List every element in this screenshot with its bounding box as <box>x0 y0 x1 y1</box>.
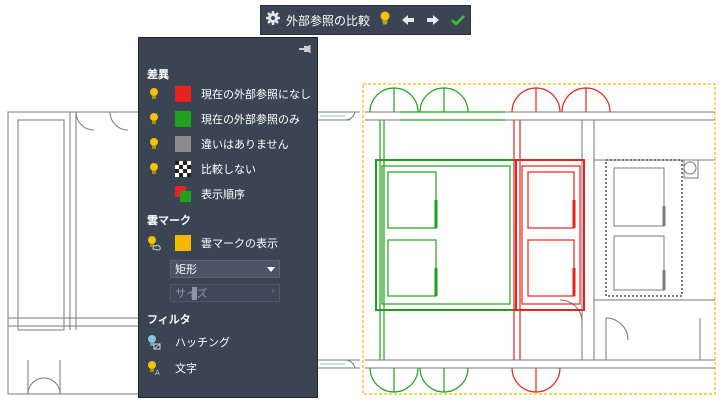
slider-thumb[interactable] <box>192 287 197 300</box>
toggle-highlight-button[interactable] <box>374 6 395 34</box>
chevron-right-icon: › <box>271 286 275 297</box>
toolbar-title: 外部参照の比較 <box>286 13 371 28</box>
svg-text:A: A <box>155 369 160 376</box>
filter-row-label: 文字 <box>175 362 197 375</box>
color-swatch-gray[interactable] <box>175 136 191 152</box>
revcloud-label: 雲マークの表示 <box>201 237 278 250</box>
lightbulb-icon[interactable] <box>147 85 161 103</box>
revcloud-outline <box>362 83 716 395</box>
diff-row-label: 比較しない <box>201 163 256 176</box>
lightbulb-icon[interactable] <box>147 135 161 153</box>
lightbulb-cloud-icon[interactable] <box>147 234 161 252</box>
diff-row-label: 違いはありません <box>201 138 289 151</box>
checker-pattern-icon <box>175 161 191 177</box>
green-changes <box>369 87 517 393</box>
diff-row-label: 現在の外部参照のみ <box>201 113 300 126</box>
lightbulb-icon[interactable] <box>147 160 161 178</box>
hatch-filter-icon[interactable] <box>147 333 161 351</box>
revcloud-size-slider[interactable]: サイズ › <box>170 284 280 302</box>
filter-row-text[interactable]: A 文字 <box>147 358 197 378</box>
draw-order-icon <box>175 186 191 202</box>
arrow-right-icon <box>426 11 440 30</box>
diff-row-no-difference[interactable]: 違いはありません <box>147 134 289 154</box>
previous-change-button[interactable] <box>395 6 420 34</box>
color-swatch-red[interactable] <box>175 86 191 102</box>
revcloud-shape-value: 矩形 <box>175 263 197 276</box>
lightbulb-icon[interactable] <box>147 110 161 128</box>
gear-icon <box>265 10 281 30</box>
text-filter-icon[interactable]: A <box>147 359 161 377</box>
lightbulb-icon <box>379 10 391 30</box>
revcloud-section-title: 雲マーク <box>147 214 191 227</box>
arrow-left-icon <box>401 11 415 30</box>
checkmark-icon <box>450 11 465 30</box>
pin-icon[interactable] <box>299 43 311 56</box>
chevron-down-icon <box>267 267 275 272</box>
finish-compare-button[interactable] <box>445 6 470 34</box>
filter-row-hatch[interactable]: ハッチング <box>147 332 230 352</box>
diff-row-label: 表示順序 <box>201 188 245 201</box>
settings-button[interactable] <box>261 6 284 34</box>
diff-row-draw-order[interactable]: 表示順序 <box>147 184 245 204</box>
next-change-button[interactable] <box>420 6 445 34</box>
compare-settings-panel: 差異 現在の外部参照になし 現在の外部参照のみ 違いはありません 比較しない 表… <box>138 37 318 398</box>
drawing-canvas[interactable] <box>0 0 720 400</box>
revcloud-row[interactable]: 雲マークの表示 <box>147 233 278 253</box>
color-swatch-yellow[interactable] <box>175 235 191 251</box>
differences-section-title: 差異 <box>147 68 169 81</box>
diff-row-do-not-compare[interactable]: 比較しない <box>147 159 256 179</box>
diff-row-only-in-current[interactable]: 現在の外部参照のみ <box>147 109 300 129</box>
xref-compare-toolbar: 外部参照の比較 <box>260 5 471 35</box>
red-changes <box>511 87 611 393</box>
diff-row-not-in-current[interactable]: 現在の外部参照になし <box>147 84 311 104</box>
revcloud-shape-dropdown[interactable]: 矩形 <box>170 260 280 278</box>
filter-row-label: ハッチング <box>175 336 230 349</box>
diff-row-label: 現在の外部参照になし <box>201 88 311 101</box>
color-swatch-green[interactable] <box>175 111 191 127</box>
filter-section-title: フィルタ <box>147 313 191 326</box>
